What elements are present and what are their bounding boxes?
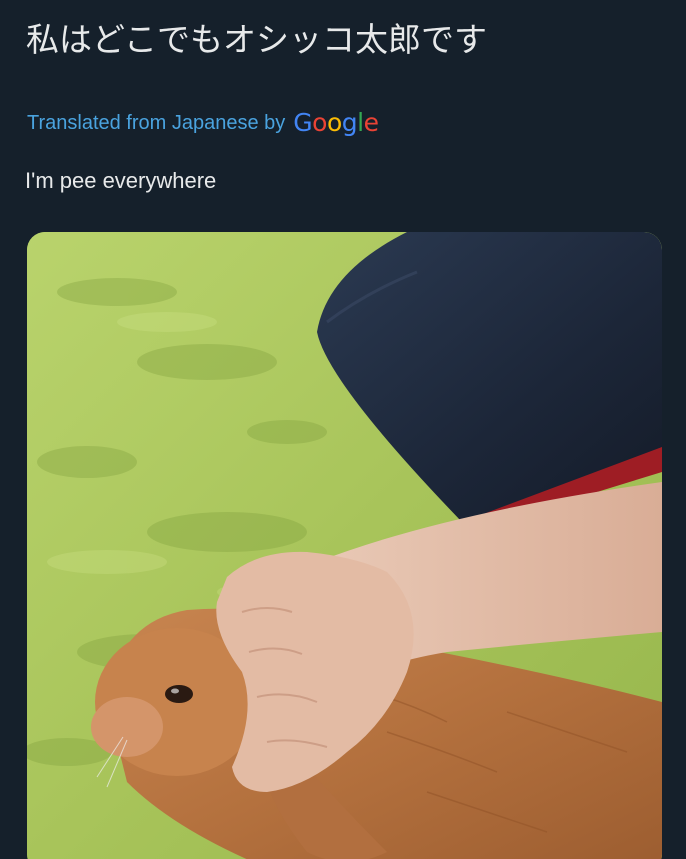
tweet-text-original: 私はどこでもオシッコ太郎です (26, 20, 488, 59)
google-logo: Google (293, 107, 379, 137)
tweet-text-translated: I'm pee everywhere (25, 168, 217, 193)
translated-label: Translated from Japanese by (27, 111, 286, 134)
tweet-photo[interactable] (27, 232, 662, 859)
translation-attribution[interactable]: Translated from Japanese by Google (27, 107, 379, 138)
rabbit-photo-illustration (27, 232, 662, 859)
